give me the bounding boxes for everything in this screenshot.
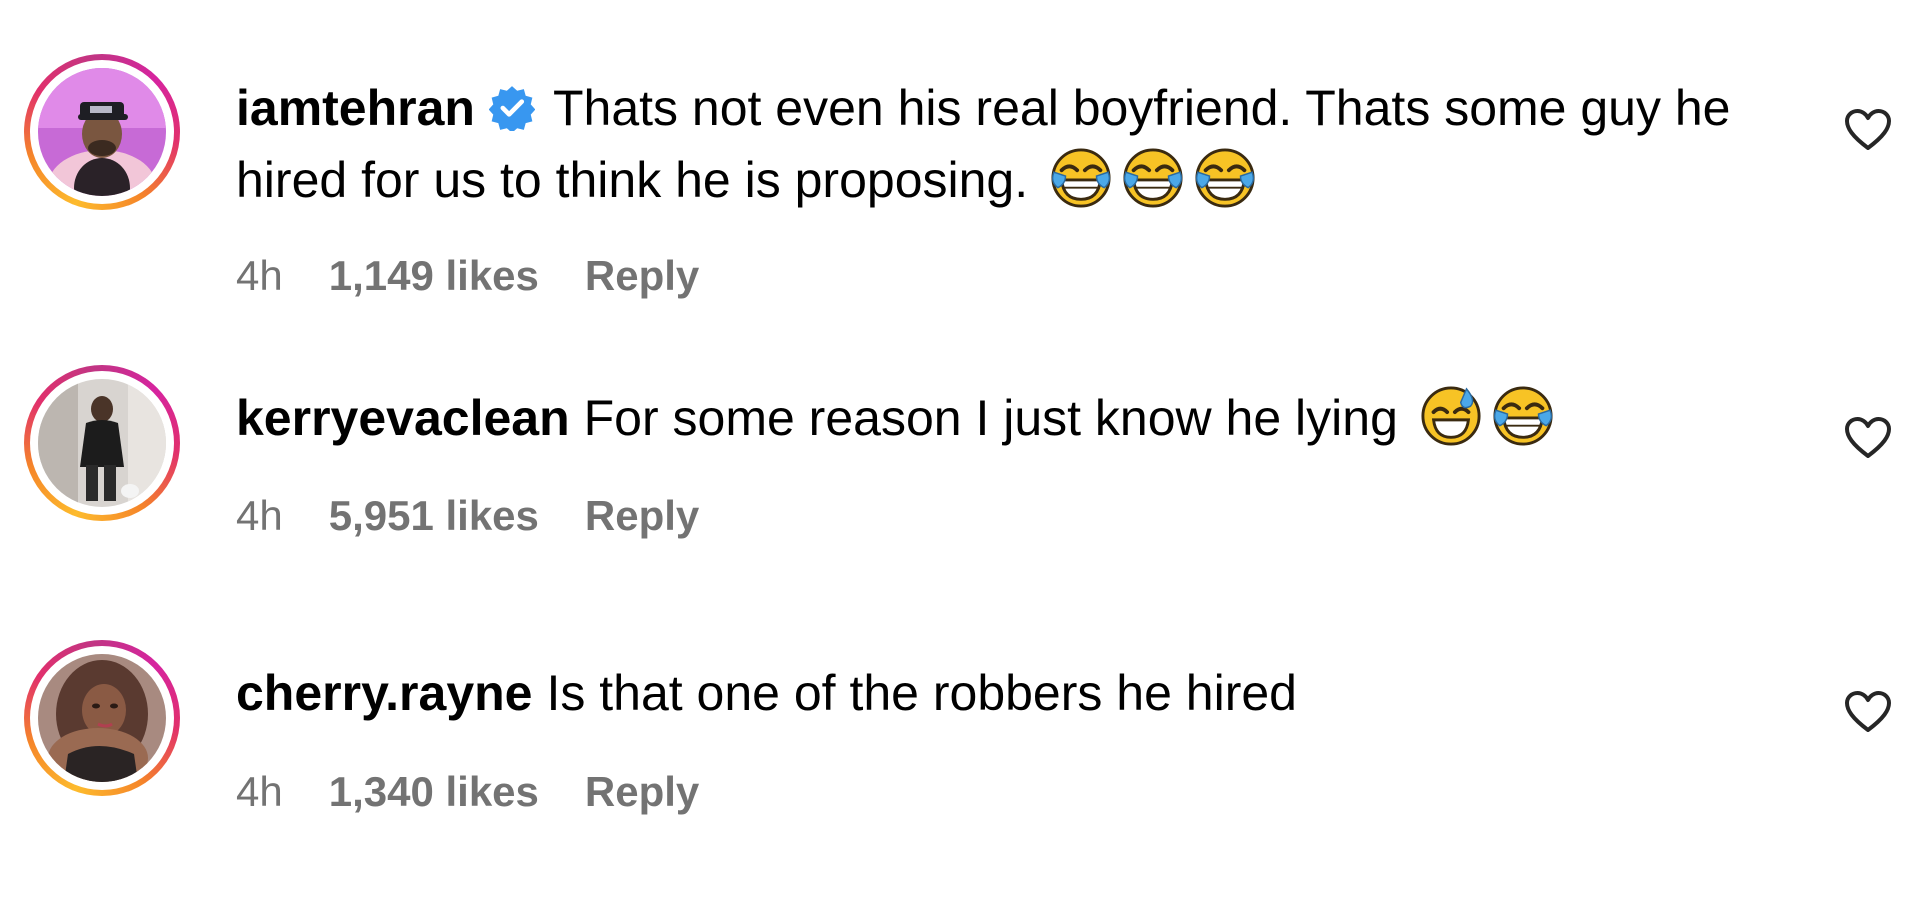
comment-likes[interactable]: 5,951 likes <box>329 492 539 539</box>
comment-body: iamtehran Thats not even his real boyfrie… <box>236 72 1796 216</box>
comment-username[interactable]: kerryevaclean <box>236 390 570 446</box>
face-with-tears-of-joy-icon <box>1122 147 1184 209</box>
reply-button[interactable]: Reply <box>585 252 699 299</box>
comment-likes[interactable]: 1,340 likes <box>329 768 539 815</box>
face-with-tears-of-joy-icon <box>1194 147 1256 209</box>
face-with-tears-of-joy-icon <box>1492 385 1554 447</box>
avatar-photo <box>38 379 166 507</box>
comment-text: Is that one of the robbers he hired <box>546 665 1297 721</box>
grinning-face-with-sweat-icon <box>1420 385 1482 447</box>
avatar[interactable] <box>24 640 180 796</box>
comment-username[interactable]: iamtehran <box>236 80 475 136</box>
avatar-photo <box>38 68 166 196</box>
heart-outline-icon[interactable] <box>1844 690 1892 734</box>
reply-button[interactable]: Reply <box>585 492 699 539</box>
heart-outline-icon[interactable] <box>1844 416 1892 460</box>
heart-outline-icon[interactable] <box>1844 108 1892 152</box>
comment-body: cherry.rayne Is that one of the robbers h… <box>236 657 1796 729</box>
avatar[interactable] <box>24 365 180 521</box>
comment-time: 4h <box>236 252 283 299</box>
face-with-tears-of-joy-icon <box>1050 147 1112 209</box>
comment-likes[interactable]: 1,149 likes <box>329 252 539 299</box>
avatar-photo <box>38 654 166 782</box>
comment-meta: 4h 5,951 likes Reply <box>236 492 745 540</box>
comment-time: 4h <box>236 492 283 539</box>
avatar[interactable] <box>24 54 180 210</box>
comment-text: For some reason I just know he lying <box>583 390 1398 446</box>
verified-badge-icon <box>489 85 535 131</box>
comment-meta: 4h 1,340 likes Reply <box>236 768 745 816</box>
comment-time: 4h <box>236 768 283 815</box>
comment-body: kerryevaclean For some reason I just know… <box>236 382 1796 454</box>
comment-username[interactable]: cherry.rayne <box>236 665 532 721</box>
comment-meta: 4h 1,149 likes Reply <box>236 252 745 300</box>
reply-button[interactable]: Reply <box>585 768 699 815</box>
